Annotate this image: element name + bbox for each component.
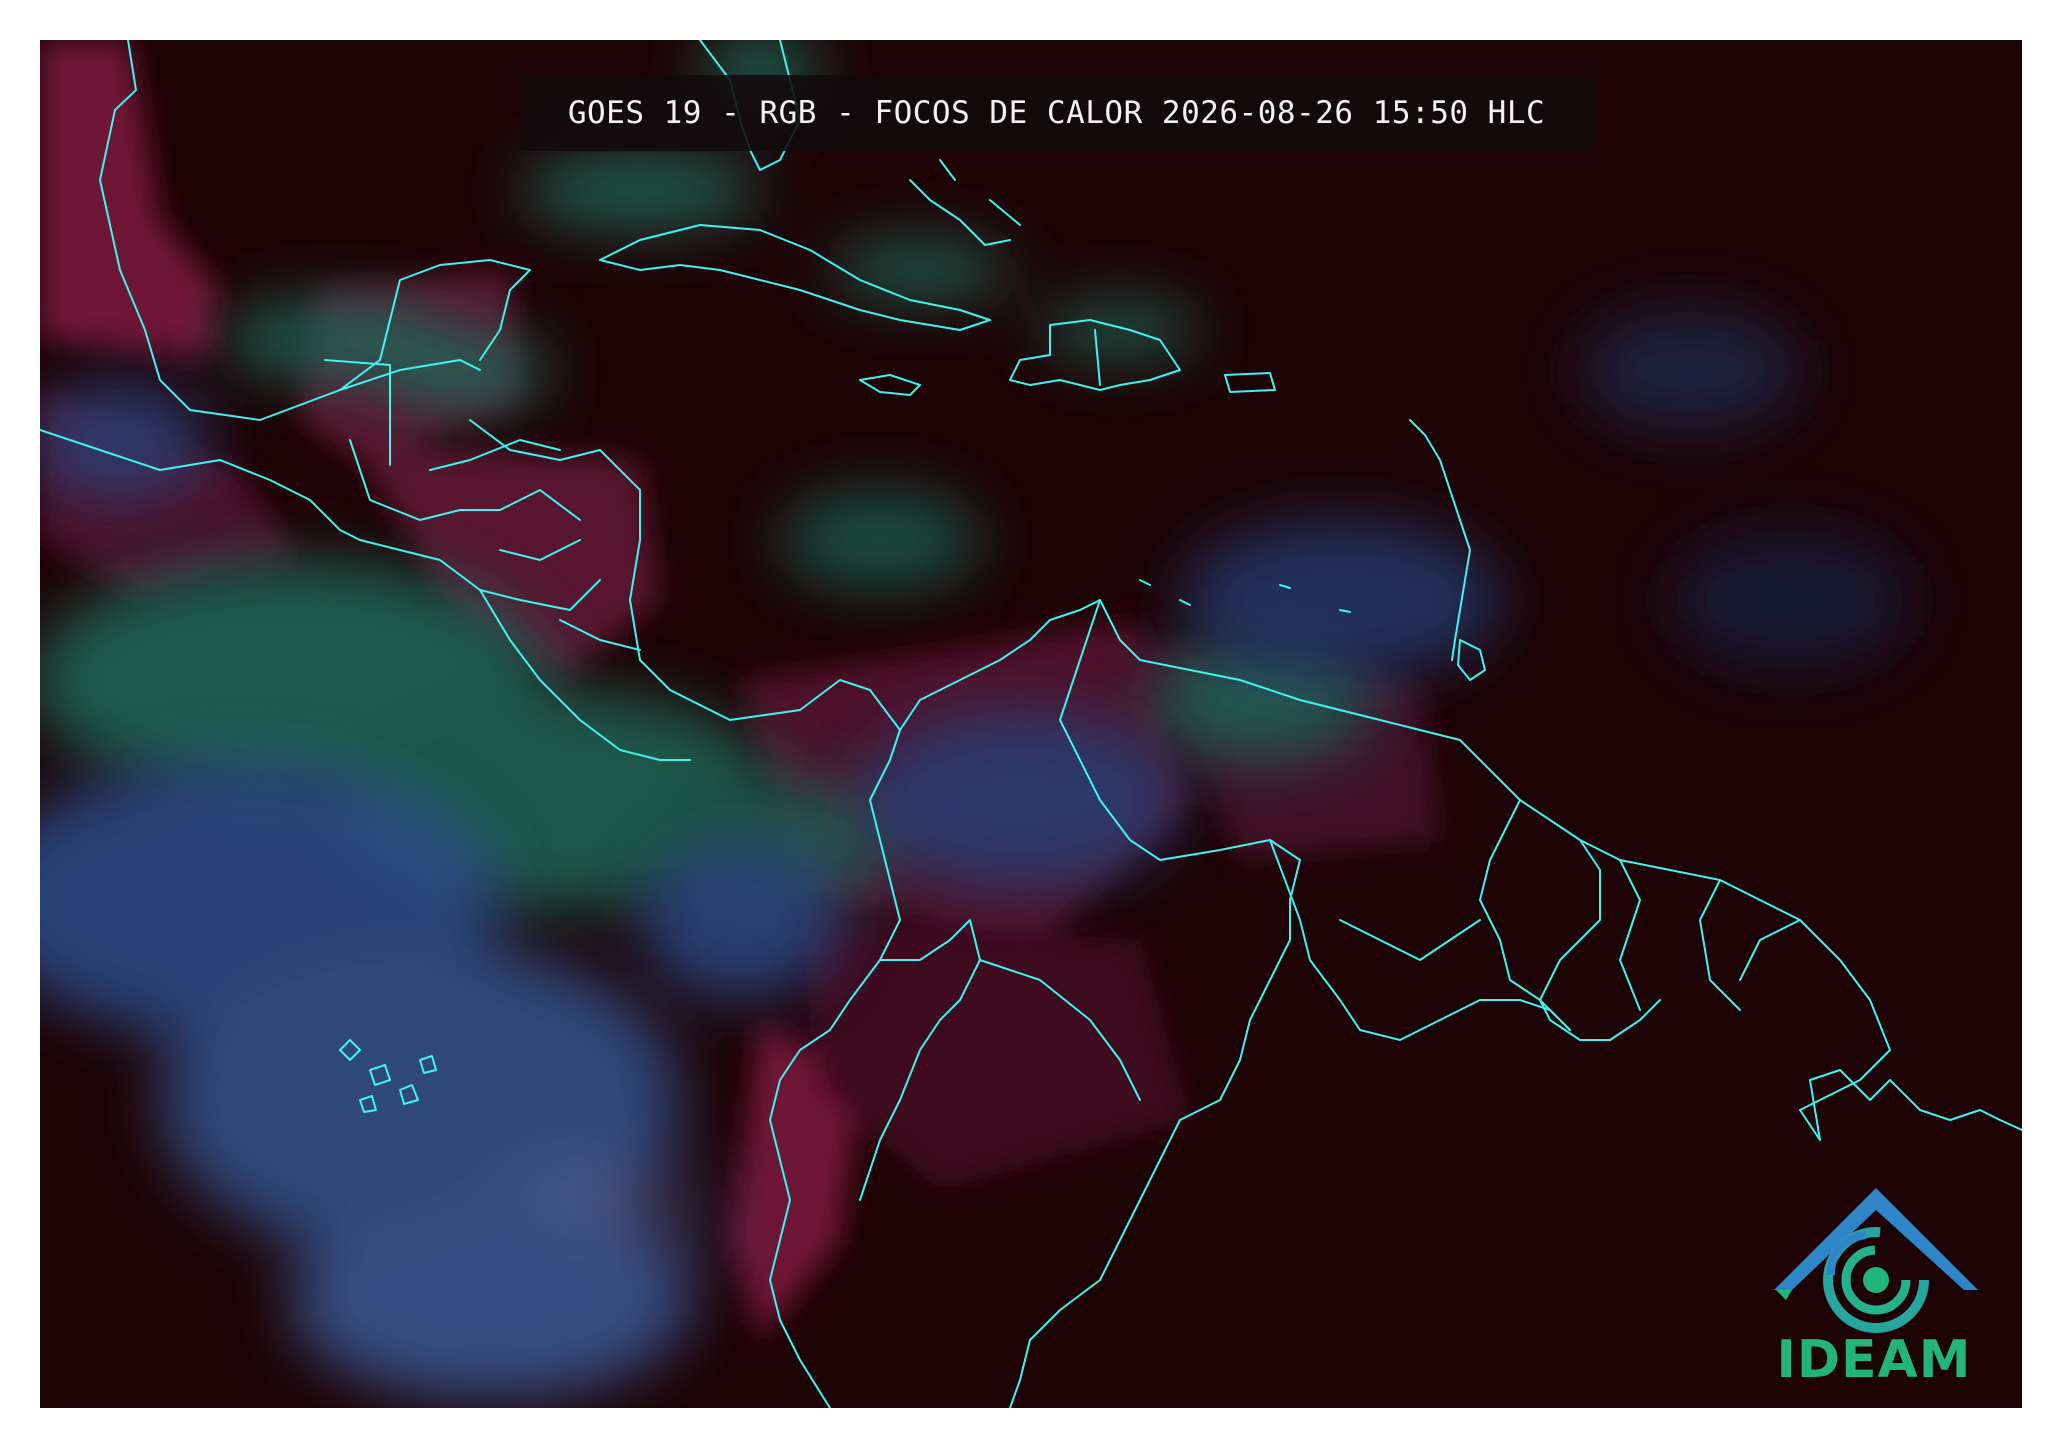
title-box: GOES 19 - RGB - FOCOS DE CALOR 2026-08-2… <box>520 75 1593 151</box>
ideam-logo-icon <box>1774 1188 1978 1333</box>
ideam-logo: IDEAM <box>1756 1180 1992 1390</box>
map-title: GOES 19 - RGB - FOCOS DE CALOR 2026-08-2… <box>567 95 1546 131</box>
satellite-map: GOES 19 - RGB - FOCOS DE CALOR 2026-08-2… <box>40 40 2022 1408</box>
satellite-imagery <box>40 40 2022 1408</box>
logo-text: IDEAM <box>1776 1330 1972 1390</box>
